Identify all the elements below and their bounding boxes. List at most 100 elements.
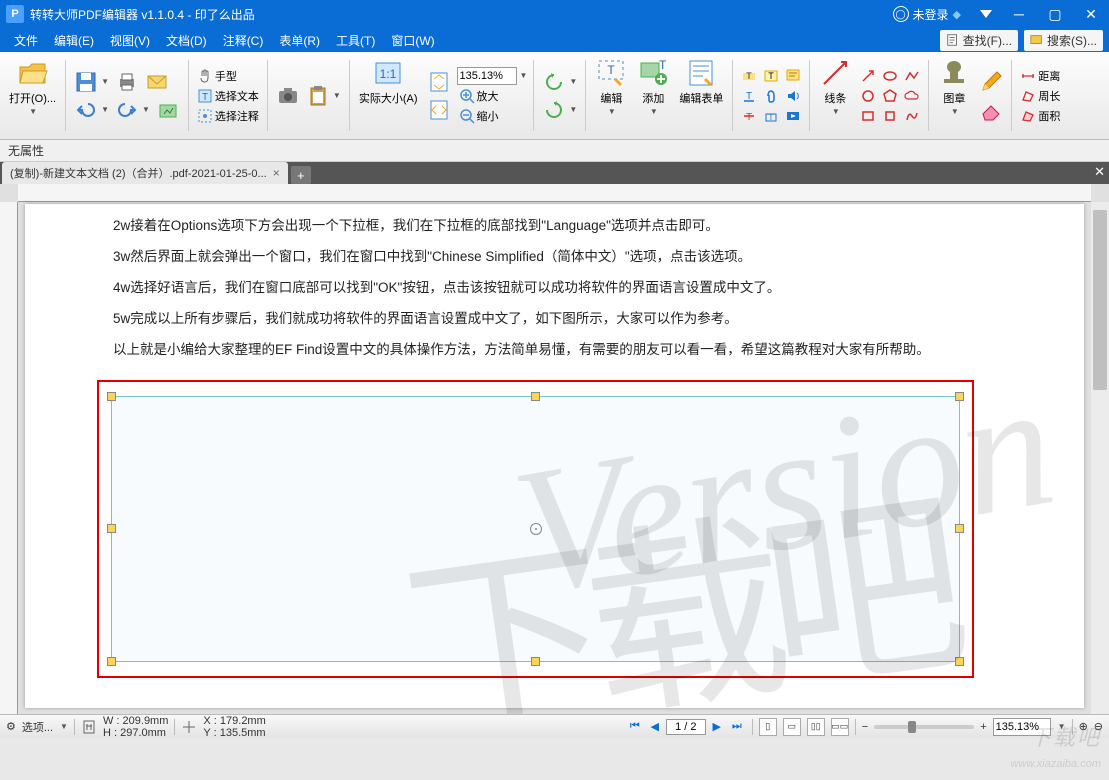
square-tool[interactable]	[880, 107, 900, 125]
resize-handle-tr[interactable]	[955, 392, 964, 401]
user-status[interactable]: ◯ 未登录 ◆	[883, 6, 971, 23]
scan-button[interactable]	[154, 97, 182, 123]
selection-box[interactable]	[111, 396, 960, 662]
save-button[interactable]: ▼	[72, 69, 111, 95]
page-number-input[interactable]	[666, 719, 706, 735]
zoom-dropdown[interactable]: ▼	[520, 71, 528, 80]
zoom-slider[interactable]	[874, 725, 974, 729]
snapshot-button[interactable]	[274, 83, 302, 109]
note-button[interactable]	[783, 67, 803, 85]
zoom-out-button[interactable]: 缩小	[457, 107, 528, 125]
text-box-button[interactable]: T	[761, 67, 781, 85]
text-strikeout-button[interactable]: T	[739, 107, 759, 125]
continuous-view[interactable]: ▭	[783, 718, 801, 736]
zoom-plus-button[interactable]: +	[980, 721, 986, 733]
tab-add-button[interactable]: +	[291, 166, 311, 184]
menu-window[interactable]: 窗口(W)	[383, 29, 442, 52]
find-button[interactable]: 查找(F)...	[940, 30, 1018, 51]
options-button[interactable]: 选项...	[22, 719, 53, 735]
resize-handle-bl[interactable]	[107, 657, 116, 666]
fit-width-button[interactable]	[425, 97, 453, 123]
edit-form-button[interactable]: 编辑表单	[676, 56, 726, 135]
text-highlight-button[interactable]: T	[739, 67, 759, 85]
open-button[interactable]: 打开(O)...▼	[6, 56, 59, 135]
select-annotation-tool[interactable]: 选择注释	[195, 107, 261, 125]
prev-page-button[interactable]: ◀	[646, 718, 664, 736]
tab-close-all[interactable]: ✕	[1094, 164, 1105, 180]
vertical-scrollbar[interactable]	[1091, 202, 1109, 714]
ellipse-tool[interactable]	[880, 67, 900, 85]
menu-view[interactable]: 视图(V)	[102, 29, 158, 52]
resize-handle-mr[interactable]	[955, 524, 964, 533]
circle-tool[interactable]	[858, 87, 878, 105]
document-tab[interactable]: (复制)-新建文本文档 (2)（合并）.pdf-2021-01-25-0... …	[2, 162, 288, 184]
pdf-page[interactable]: 2w接着在Options选项下方会出现一个下拉框，我们在下拉框的底部找到"Lan…	[25, 204, 1084, 708]
add-content-button[interactable]: T 添加▼	[634, 56, 672, 135]
menu-edit[interactable]: 编辑(E)	[46, 29, 102, 52]
polyline-tool[interactable]	[902, 67, 922, 85]
eraser-tool[interactable]	[977, 97, 1005, 123]
rotate-right-button[interactable]: ▼	[540, 97, 579, 123]
two-page-view[interactable]: ▯▯	[807, 718, 825, 736]
distance-tool[interactable]: 距离	[1018, 67, 1062, 85]
rotation-handle[interactable]	[530, 523, 542, 535]
red-rectangle-annotation[interactable]	[97, 380, 974, 678]
zoom-in-button[interactable]: 放大	[457, 87, 528, 105]
page-navigation: ⏮ ◀ ▶ ⏭	[626, 718, 746, 736]
resize-handle-bm[interactable]	[531, 657, 540, 666]
edit-content-button[interactable]: T 编辑▼	[592, 56, 630, 135]
print-button[interactable]	[113, 69, 141, 95]
freeform-tool[interactable]	[902, 107, 922, 125]
pin-button[interactable]	[971, 6, 1001, 22]
maximize-button[interactable]: ▢	[1037, 0, 1073, 28]
menu-annotation[interactable]: 注释(C)	[215, 29, 272, 52]
search-button[interactable]: 搜索(S)...	[1024, 30, 1103, 51]
cloud-tool[interactable]	[902, 87, 922, 105]
gear-icon[interactable]: ⚙	[6, 720, 16, 733]
two-continuous-view[interactable]: ▭▭	[831, 718, 849, 736]
arrow-tool[interactable]	[858, 67, 878, 85]
resize-handle-ml[interactable]	[107, 524, 116, 533]
next-page-button[interactable]: ▶	[708, 718, 726, 736]
single-page-view[interactable]: ▯	[759, 718, 777, 736]
workspace: 2w接着在Options选项下方会出现一个下拉框，我们在下拉框的底部找到"Lan…	[0, 184, 1109, 714]
text-underline-button[interactable]: T	[739, 87, 759, 105]
pencil-tool[interactable]	[977, 69, 1005, 95]
zoom-minus-button[interactable]: −	[862, 721, 868, 733]
email-button[interactable]	[143, 69, 171, 95]
perimeter-tool[interactable]: 周长	[1018, 87, 1062, 105]
first-page-button[interactable]: ⏮	[626, 718, 644, 736]
line-tool-button[interactable]: 线条▼	[816, 56, 854, 135]
stamp-button[interactable]: 图章▼	[935, 56, 973, 135]
select-text-tool[interactable]: T选择文本	[195, 87, 261, 105]
menu-document[interactable]: 文档(D)	[158, 29, 215, 52]
close-button[interactable]: ✕	[1073, 0, 1109, 28]
actual-size-button[interactable]: 1:1 实际大小(A)	[356, 56, 421, 135]
typewriter-button[interactable]: T	[761, 107, 781, 125]
resize-handle-tm[interactable]	[531, 392, 540, 401]
rotate-left-button[interactable]: ▼	[540, 69, 579, 95]
resize-handle-br[interactable]	[955, 657, 964, 666]
area-tool[interactable]: 面积	[1018, 107, 1062, 125]
clipboard-button[interactable]: ▼	[304, 83, 343, 109]
last-page-button[interactable]: ⏭	[728, 718, 746, 736]
zoom-input[interactable]	[457, 67, 517, 85]
menu-form[interactable]: 表单(R)	[271, 29, 328, 52]
undo-button[interactable]: ▼	[72, 97, 111, 123]
minimize-button[interactable]: ─	[1001, 0, 1037, 28]
tab-close-icon[interactable]: ×	[273, 166, 280, 180]
polygon-tool[interactable]	[880, 87, 900, 105]
resize-handle-tl[interactable]	[107, 392, 116, 401]
corner-watermark-logo: 下载吧	[1029, 720, 1101, 752]
sound-button[interactable]	[783, 87, 803, 105]
redo-button[interactable]: ▼	[113, 97, 152, 123]
menu-file[interactable]: 文件	[6, 29, 46, 52]
zoom-slider-knob[interactable]	[908, 721, 916, 733]
scrollbar-thumb[interactable]	[1093, 210, 1107, 390]
menu-tool[interactable]: 工具(T)	[328, 29, 383, 52]
attachment-button[interactable]	[761, 87, 781, 105]
rectangle-tool[interactable]	[858, 107, 878, 125]
video-button[interactable]	[783, 107, 803, 125]
hand-tool[interactable]: 手型	[195, 67, 261, 85]
fit-page-button[interactable]	[425, 69, 453, 95]
